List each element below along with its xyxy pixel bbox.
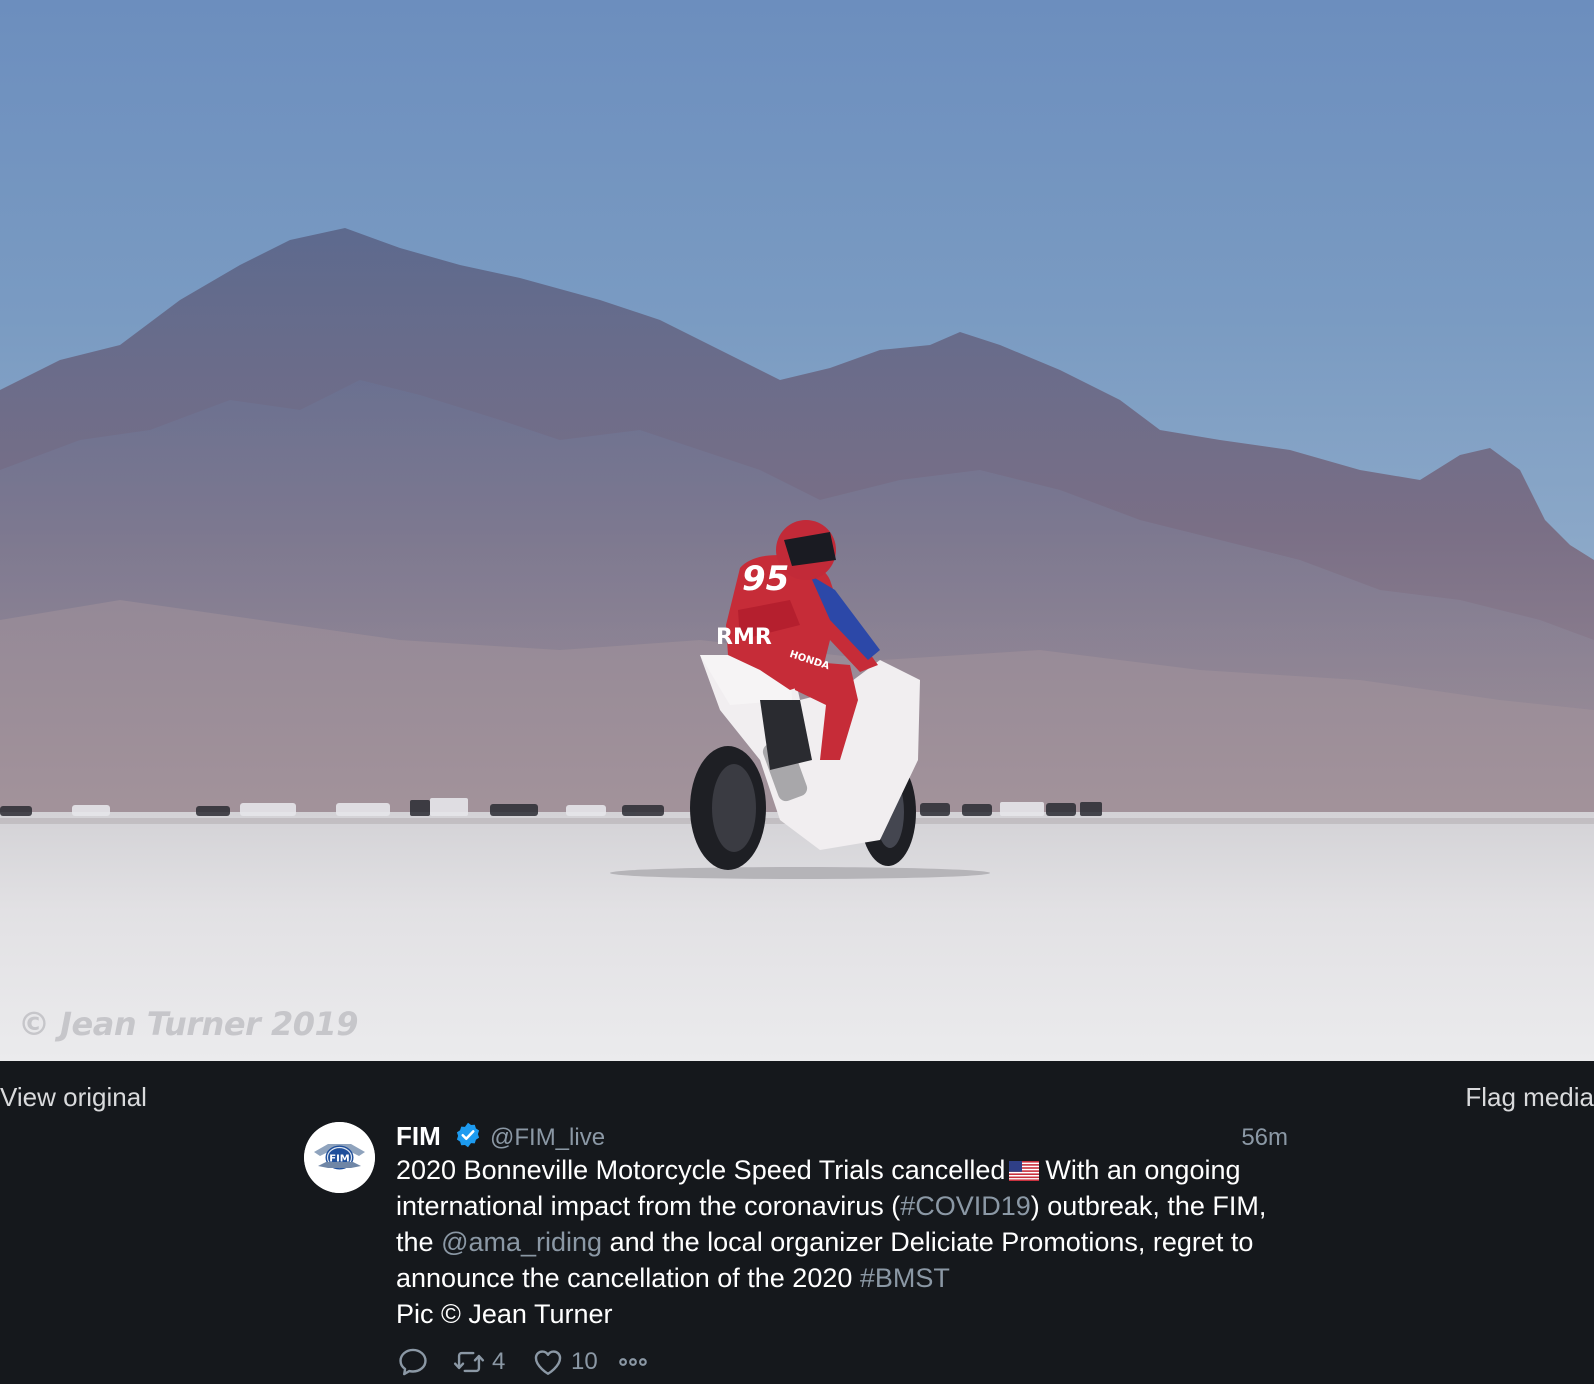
reply-icon <box>399 1348 427 1376</box>
rider-number: 95 <box>742 559 789 599</box>
tweet-text-part: Pic © Jean Turner <box>396 1299 613 1329</box>
retweet-icon <box>453 1351 485 1373</box>
like-count: 10 <box>571 1348 598 1375</box>
like-icon <box>534 1350 562 1375</box>
hashtag-link[interactable]: #COVID19 <box>900 1191 1031 1221</box>
more-icon <box>619 1358 647 1366</box>
fim-logo-icon: FIM <box>304 1122 375 1193</box>
like-button[interactable]: 10 <box>531 1344 598 1380</box>
media-viewer-bar: View original Flag media <box>0 1061 1594 1117</box>
author-handle[interactable]: @FIM_live <box>490 1124 605 1152</box>
tweet-timestamp[interactable]: 56m <box>1241 1124 1288 1152</box>
tweet-text-part: 2020 Bonneville Motorcycle Speed Trials … <box>396 1155 1006 1185</box>
reply-button[interactable] <box>396 1344 430 1380</box>
photo-watermark: © Jean Turner 2019 <box>18 1005 359 1043</box>
tweet: FIM FIM @FIM_live 56m 2020 Bonneville Mo… <box>304 1118 1288 1384</box>
retweet-button[interactable]: 4 <box>452 1344 505 1380</box>
us-flag-icon <box>1009 1161 1040 1181</box>
tweet-media-photo[interactable]: 95 RMR HONDA © Jean Turner 2019 <box>0 0 1594 1061</box>
tweet-actions: 4 10 <box>396 1344 1288 1384</box>
mention-link[interactable]: @ama_riding <box>441 1227 602 1257</box>
tweet-header: FIM @FIM_live 56m <box>396 1118 1288 1152</box>
flag-media-link[interactable]: Flag media <box>1465 1082 1594 1113</box>
retweet-count: 4 <box>492 1348 506 1375</box>
tweet-body: FIM @FIM_live 56m 2020 Bonneville Motorc… <box>396 1118 1288 1384</box>
more-button[interactable] <box>616 1344 650 1380</box>
author-avatar[interactable]: FIM <box>304 1122 375 1193</box>
photo-scene: 95 RMR HONDA <box>0 228 1594 1061</box>
tweet-text: 2020 Bonneville Motorcycle Speed Trials … <box>396 1152 1288 1332</box>
author-name[interactable]: FIM <box>396 1121 441 1152</box>
view-original-link[interactable]: View original <box>0 1082 147 1113</box>
rider-badge: RMR <box>716 625 772 650</box>
verified-badge-icon <box>456 1122 480 1148</box>
hashtag-link[interactable]: #BMST <box>860 1263 950 1293</box>
